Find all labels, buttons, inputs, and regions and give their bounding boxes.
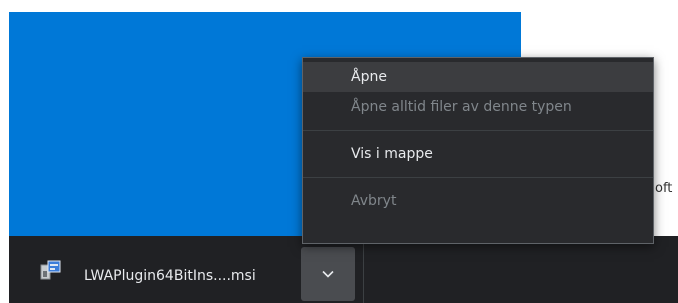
menu-item-open[interactable]: Åpne: [303, 62, 653, 92]
menu-separator: [303, 130, 653, 131]
menu-item-show-in-folder[interactable]: Vis i mappe: [303, 139, 653, 169]
shelf-divider: [363, 236, 364, 303]
download-menu-button[interactable]: [301, 247, 355, 301]
menu-item-always-open[interactable]: Åpne alltid filer av denne typen: [303, 92, 653, 122]
background-partial-text: oft: [655, 181, 673, 196]
installer-file-icon[interactable]: [40, 259, 62, 281]
menu-item-cancel[interactable]: Avbryt: [303, 186, 653, 216]
download-item-name[interactable]: LWAPlugin64BitIns....msi: [84, 268, 256, 284]
chevron-down-icon: [322, 270, 334, 278]
menu-separator: [303, 177, 653, 178]
download-context-menu: Åpne Åpne alltid filer av denne typen Vi…: [302, 57, 654, 244]
download-shelf: LWAPlugin64BitIns....msi: [9, 236, 678, 303]
